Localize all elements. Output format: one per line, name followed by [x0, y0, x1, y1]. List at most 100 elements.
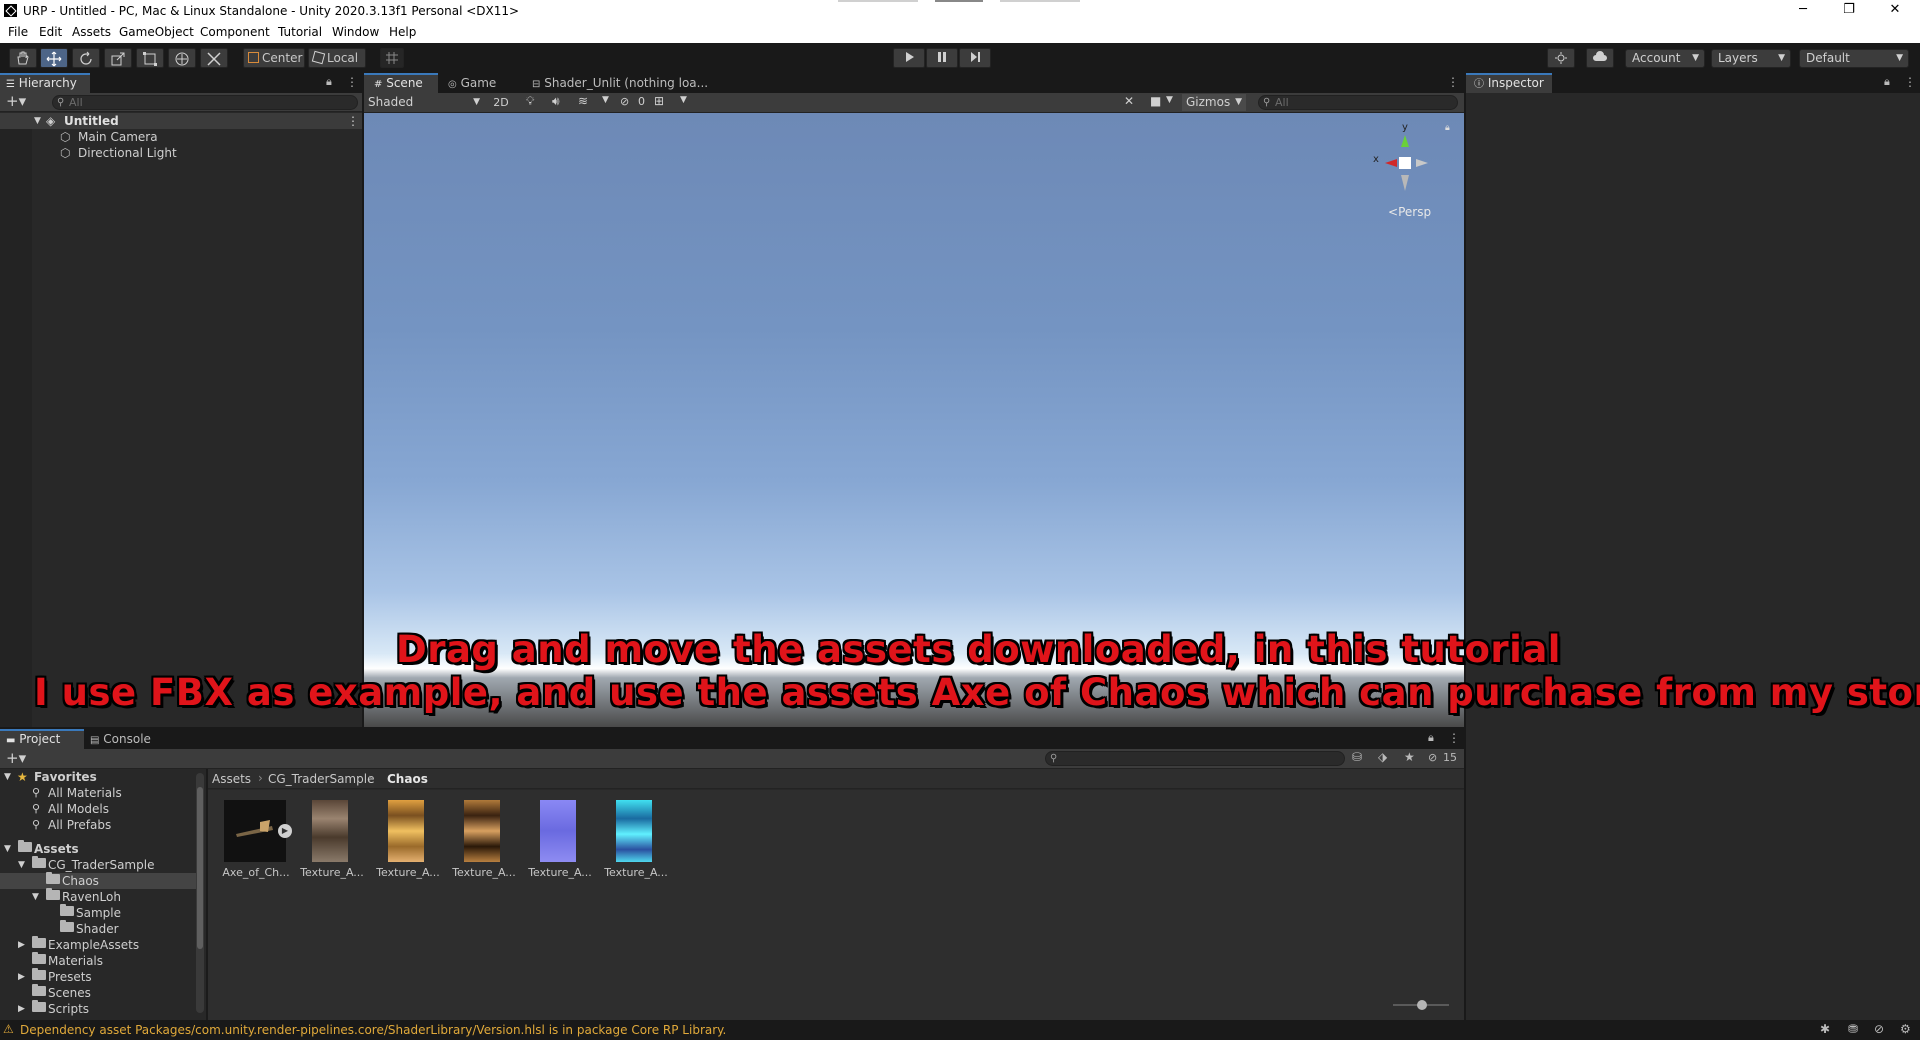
- custom-tool-button[interactable]: [200, 48, 228, 68]
- camera-icon[interactable]: ■: [1150, 94, 1161, 108]
- tab-scene[interactable]: # Scene: [364, 73, 438, 93]
- tab-shader-graph[interactable]: ⊟ Shader_Unlit (nothing loa...: [524, 73, 714, 93]
- menu-gameobject[interactable]: GameObject: [119, 25, 194, 39]
- zoom-slider[interactable]: [1393, 1000, 1449, 1010]
- hierarchy-scene-row[interactable]: ▼ ◈ Untitled ⋮: [0, 113, 362, 129]
- close-button[interactable]: ✕: [1872, 0, 1918, 22]
- expand-arrow-icon[interactable]: ▼: [32, 889, 39, 905]
- add-icon[interactable]: +▾: [6, 93, 26, 110]
- expand-arrow-icon[interactable]: ▶: [18, 969, 25, 985]
- draw-mode-dropdown[interactable]: Shaded ▼: [366, 94, 484, 111]
- favorite-item[interactable]: ⚲ All Prefabs: [0, 817, 196, 833]
- tree-folder[interactable]: Scenes: [0, 984, 196, 1001]
- chevron-down-icon[interactable]: ▼: [680, 95, 687, 105]
- projection-toggle[interactable]: <Persp: [1388, 205, 1431, 219]
- menu-component[interactable]: Component: [200, 25, 270, 39]
- gizmo-lock-icon[interactable]: 🔒︎: [1445, 123, 1450, 133]
- tree-folder[interactable]: ▶ Presets: [0, 968, 196, 985]
- tree-folder[interactable]: ▶ ExampleAssets: [0, 936, 196, 953]
- favorite-item[interactable]: ⚲ All Models: [0, 801, 196, 817]
- tree-folder[interactable]: ▼ CG_TraderSample: [0, 856, 196, 873]
- expand-arrow-icon[interactable]: ▶: [18, 937, 25, 953]
- progress-icon[interactable]: ⚙: [1900, 1022, 1911, 1036]
- tree-folder[interactable]: Materials: [0, 952, 196, 969]
- tree-folder[interactable]: Shader: [0, 920, 196, 937]
- menu-file[interactable]: File: [8, 25, 28, 39]
- lighting-icon[interactable]: 💡︎: [526, 94, 534, 109]
- tab-project[interactable]: ▬ Project: [0, 729, 84, 749]
- tree-folder[interactable]: Sample: [0, 904, 196, 921]
- search-by-type-icon[interactable]: ⛁: [1352, 750, 1362, 764]
- play-button[interactable]: [893, 48, 925, 68]
- hand-tool-button[interactable]: [9, 48, 37, 68]
- asset-item-texture[interactable]: Texture_A...: [524, 800, 596, 880]
- project-search-input[interactable]: ⚲: [1045, 751, 1345, 766]
- bake-icon[interactable]: ⊘: [1874, 1022, 1884, 1036]
- breadcrumb-item[interactable]: Assets: [212, 772, 251, 786]
- asset-item-texture[interactable]: Texture_A...: [448, 800, 520, 880]
- breadcrumb-current[interactable]: Chaos: [387, 772, 428, 786]
- menu-window[interactable]: Window: [332, 25, 379, 39]
- pause-button[interactable]: [926, 48, 958, 68]
- expand-arrow-icon[interactable]: ▼: [4, 769, 11, 785]
- favorite-item[interactable]: ⚲ All Materials: [0, 785, 196, 801]
- asset-item-texture[interactable]: Texture_A...: [372, 800, 444, 880]
- menu-tutorial[interactable]: Tutorial: [278, 25, 322, 39]
- restore-button[interactable]: ❐: [1826, 0, 1872, 22]
- tab-inspector[interactable]: ⓘ Inspector: [1466, 73, 1552, 93]
- step-button[interactable]: [959, 48, 991, 68]
- lock-icon[interactable]: 🔒︎: [1428, 731, 1434, 745]
- rotate-tool-button[interactable]: [72, 48, 100, 68]
- asset-item-model[interactable]: ▶ Axe_of_Ch...: [220, 800, 292, 880]
- tab-console[interactable]: ▤ Console: [86, 729, 176, 749]
- more-options-icon[interactable]: ⋮: [1904, 75, 1916, 89]
- expand-arrow-icon[interactable]: ▶: [18, 1001, 25, 1017]
- more-options-icon[interactable]: ⋮: [1448, 731, 1460, 745]
- scene-options-icon[interactable]: ⋮: [347, 113, 359, 129]
- expand-arrow-icon[interactable]: ▼: [4, 841, 11, 857]
- minimize-button[interactable]: ─: [1780, 0, 1826, 22]
- expand-prefab-icon[interactable]: ▶: [278, 824, 292, 838]
- asset-item-texture[interactable]: Texture_A...: [600, 800, 672, 880]
- breadcrumb-item[interactable]: CG_TraderSample: [268, 772, 374, 786]
- grid-icon[interactable]: ⊞: [654, 94, 664, 108]
- search-by-label-icon[interactable]: ⬗: [1378, 750, 1387, 764]
- hierarchy-search-input[interactable]: ⚲ All: [52, 95, 358, 110]
- layers-dropdown[interactable]: Layers ▼: [1711, 49, 1791, 68]
- pivot-rotation-toggle[interactable]: Local: [308, 48, 366, 68]
- tree-folder[interactable]: ▼ RavenLoh: [0, 888, 196, 905]
- audio-icon[interactable]: 🔊︎: [552, 94, 560, 109]
- zoom-slider-thumb[interactable]: [1417, 1000, 1427, 1010]
- cloud-button[interactable]: [1586, 48, 1614, 68]
- services-button[interactable]: [1547, 48, 1575, 68]
- grid-snap-button[interactable]: [380, 48, 404, 68]
- orientation-gizmo[interactable]: x y 🔒︎: [1370, 122, 1450, 195]
- chevron-down-icon[interactable]: ▼: [1166, 95, 1173, 105]
- scene-search-input[interactable]: ⚲ All: [1258, 95, 1458, 110]
- hierarchy-item[interactable]: ⬡ Main Camera: [0, 129, 362, 145]
- scrollbar-thumb[interactable]: [197, 787, 203, 949]
- chevron-down-icon[interactable]: ▼: [602, 95, 609, 105]
- tab-hierarchy[interactable]: ☰ Hierarchy: [0, 73, 90, 93]
- cache-icon[interactable]: ⛃: [1848, 1022, 1858, 1036]
- lock-icon[interactable]: 🔒︎: [1884, 75, 1890, 89]
- layout-dropdown[interactable]: Default ▼: [1799, 49, 1909, 68]
- tree-scrollbar[interactable]: [196, 773, 204, 1013]
- status-message[interactable]: Dependency asset Packages/com.unity.rend…: [20, 1023, 726, 1037]
- more-options-icon[interactable]: ⋮: [346, 75, 358, 89]
- tab-game[interactable]: ◎ Game: [440, 73, 506, 93]
- tools-icon[interactable]: ✕: [1124, 94, 1134, 108]
- favorites-header[interactable]: ▼ ★ Favorites: [0, 769, 196, 785]
- effects-icon[interactable]: ≋: [578, 94, 588, 108]
- toggle-2d-button[interactable]: 2D: [488, 94, 514, 111]
- lock-icon[interactable]: 🔒︎: [326, 75, 332, 89]
- debug-icon[interactable]: ✱: [1820, 1022, 1830, 1036]
- menu-help[interactable]: Help: [389, 25, 416, 39]
- favorite-star-icon[interactable]: ★: [1404, 750, 1415, 764]
- assets-root[interactable]: ▼ Assets: [0, 840, 196, 857]
- transform-tool-button[interactable]: [168, 48, 196, 68]
- add-icon[interactable]: +▾: [6, 749, 26, 767]
- menu-assets[interactable]: Assets: [72, 25, 111, 39]
- move-tool-button[interactable]: [40, 48, 68, 68]
- expand-arrow-icon[interactable]: ▼: [34, 113, 41, 129]
